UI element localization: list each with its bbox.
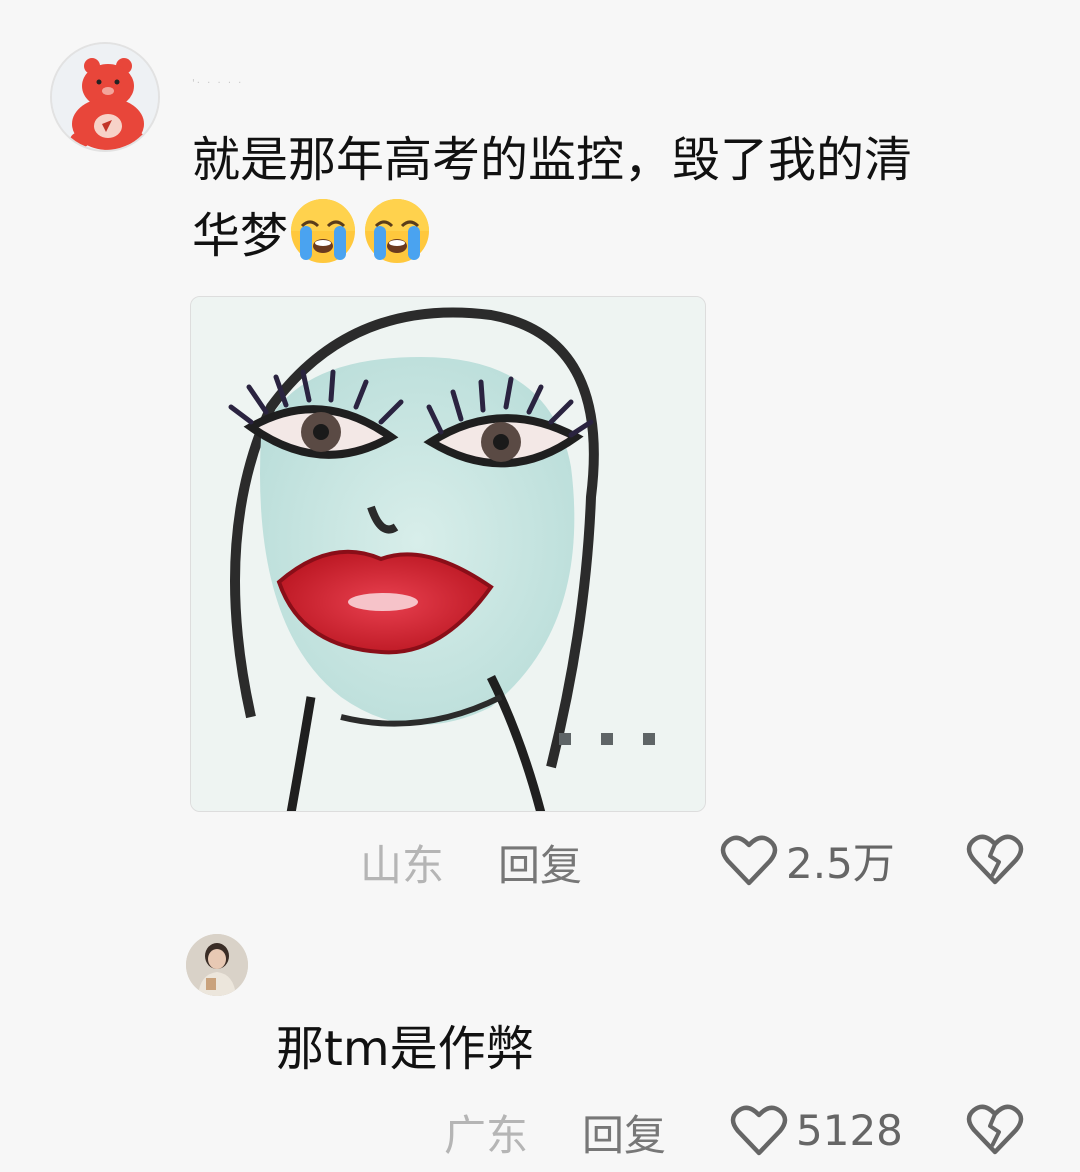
reply-meta: 广东 回复 (444, 1102, 666, 1162)
avatar[interactable] (50, 42, 160, 152)
comment-thread: '· · · · · 就是那年高考的监控，毁了我的清 华梦 山东 回复 2.5万… (0, 0, 1080, 1172)
comment-text-segment: 华梦 (192, 208, 289, 264)
drawn-face-meme-image (191, 297, 705, 811)
comment-text-line-2: 华梦 (192, 196, 1012, 272)
like-button[interactable]: 5128 (730, 1100, 903, 1160)
reply-text: 那tm是作弊 (276, 1021, 534, 1077)
comment-text: 就是那年高考的监控，毁了我的清 华梦 (192, 124, 1012, 272)
heart-icon (730, 1105, 788, 1156)
person-avatar-icon (186, 934, 248, 996)
heart-icon (720, 835, 778, 886)
like-count: 2.5万 (786, 838, 895, 888)
loudly-crying-face-icon (365, 199, 430, 263)
reply-button[interactable]: 回复 (582, 1102, 666, 1163)
location-label: 山东 (360, 840, 445, 890)
loudly-crying-face-icon (291, 199, 356, 263)
red-bear-avatar-icon (52, 44, 158, 150)
comment-image[interactable] (190, 296, 706, 812)
broken-heart-icon[interactable] (966, 832, 1024, 886)
like-count: 5128 (796, 1105, 903, 1155)
comment-text-line: 就是那年高考的监控，毁了我的清 (192, 132, 913, 188)
comment-meta: 山东 回复 (360, 832, 582, 892)
username[interactable]: '· · · · · (192, 78, 282, 96)
broken-heart-icon[interactable] (966, 1102, 1024, 1156)
reply-avatar[interactable] (186, 934, 248, 996)
like-button[interactable]: 2.5万 (720, 830, 895, 890)
reply-button[interactable]: 回复 (498, 832, 582, 893)
location-label: 广东 (444, 1110, 529, 1160)
